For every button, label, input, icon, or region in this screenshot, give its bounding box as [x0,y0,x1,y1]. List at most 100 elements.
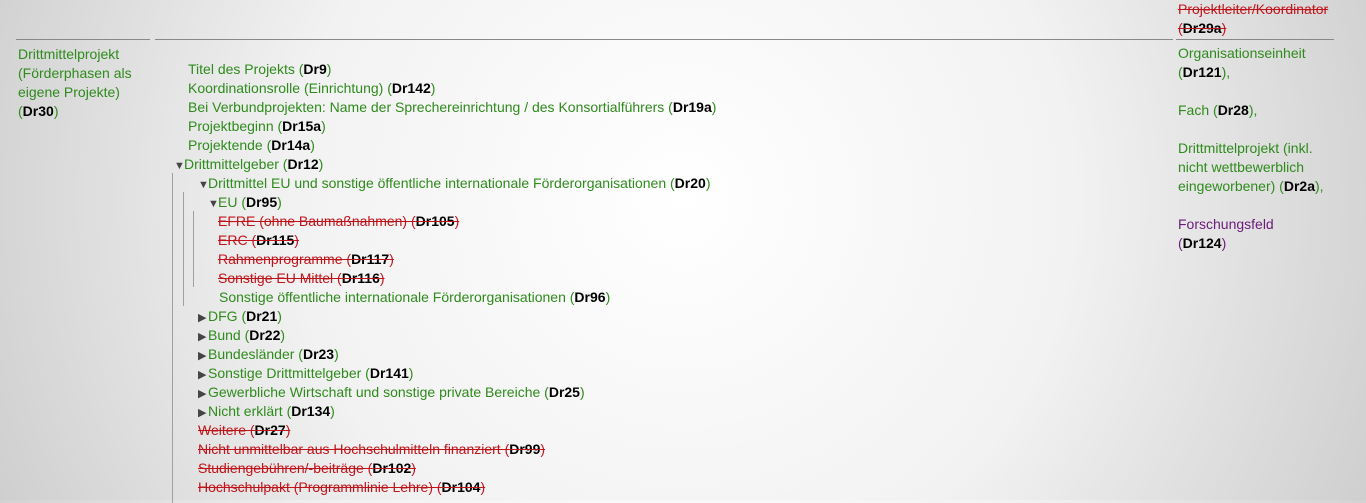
tree-item-code: Dr102 [372,460,412,476]
tree-item-label: Drittmittel EU und sonstige öffentliche … [208,175,711,191]
tree-item-code: Dr9 [303,61,327,77]
tree-item[interactable]: Hochschulpakt (Programmlinie Lehre) (Dr1… [198,478,485,497]
tree-item-code: Dr134 [291,403,331,419]
relation-label: Organisationseinheit [1178,45,1306,61]
tree-item-code: Dr104 [441,479,481,495]
tree-item-label: Drittmittelgeber (Dr12) [184,156,324,172]
tree-item-code: Dr19a [672,99,712,115]
relation-item[interactable]: Forschungsfeld (Dr124) [1178,215,1343,253]
relation-code: Dr121 [1182,64,1222,80]
tree-item[interactable]: ▶ Gewerbliche Wirtschaft und sonstige pri… [198,383,585,402]
tree-item-label: Titel des Projekts (Dr9) [188,61,332,77]
tree-item-label: Nicht erklärt (Dr134) [208,403,335,419]
tree-item-label: ERC (Dr115) [218,232,299,248]
tree-item[interactable]: Studiengebühren/-beiträge (Dr102) [198,459,416,478]
tree-item-code: Dr23 [302,346,335,362]
tree-item[interactable]: Nicht unmittelbar aus Hochschulmitteln f… [198,440,545,459]
tree-item[interactable]: Sonstige öffentliche internationale Förd… [219,288,610,307]
tree-item-label: Rahmenprogramme (Dr117) [218,251,394,267]
tree-item-label: Nicht unmittelbar aus Hochschulmitteln f… [198,441,546,457]
caret-down-icon[interactable]: ▼ [198,176,209,195]
tree-item-label: Bundesländer (Dr23) [208,346,339,362]
relation-code: Dr29a [1182,20,1222,36]
tree-item-label: Weitere (Dr27) [198,422,291,438]
tree-item-code: Dr141 [369,365,409,381]
tree-item-label: EFRE (ohne Baumaßnahmen) (Dr105) [218,213,460,229]
caret-down-icon[interactable]: ▼ [208,195,219,214]
left-label-line: eigene Projekte) [18,84,120,100]
relation-item[interactable]: Drittmittelprojekt (inkl. nicht wettbewer… [1178,139,1343,196]
tree-item-code: Dr116 [341,270,380,286]
tree-item-code: Dr12 [287,156,319,172]
tree-item[interactable]: ▶ Bund (Dr22) [198,326,285,345]
relation-code: Dr124 [1182,235,1222,251]
tree-item-code: Dr25 [548,384,580,400]
tree-item[interactable]: EFRE (ohne Baumaßnahmen) (Dr105) [218,212,459,231]
tree-item-label: Gewerbliche Wirtschaft und sonstige priv… [208,384,585,400]
tree-item-code: Dr115 [256,232,295,248]
divider-right [1176,39,1334,40]
tree-item-code: Dr14a [271,137,311,153]
tree-item-code: Dr15a [282,118,322,134]
relation-item[interactable]: Projektleiter/Koordinator (Dr29a) [1178,0,1343,38]
relation-label: nicht wettbewerblich [1178,159,1305,175]
tree-item-label: Bund (Dr22) [208,327,286,343]
attribute-tree: Titel des Projekts (Dr9) Koordinationsrol… [155,40,1165,503]
relation-label: eingeworbener) (Dr2a), [1178,178,1324,194]
tree-item[interactable]: Titel des Projekts (Dr9) [188,60,331,79]
entity-code: Dr30 [22,103,54,119]
tree-item-label: Sonstige Drittmittelgeber (Dr141) [208,365,414,381]
tree-item-code: Dr99 [509,441,541,457]
relation-item[interactable]: Fach (Dr28), [1178,101,1343,120]
tree-item[interactable]: Projektende (Dr14a) [188,136,315,155]
tree-item-code: Dr117 [351,251,390,267]
relation-code: Dr2a [1283,178,1315,194]
tree-item[interactable]: Weitere (Dr27) [198,421,290,440]
tree-item[interactable]: Projektbeginn (Dr15a) [188,117,326,136]
relation-label: Drittmittelprojekt (inkl. [1178,140,1313,156]
tree-item-label: Studiengebühren/-beiträge (Dr102) [198,460,416,476]
tree-item-code: Dr22 [249,327,281,343]
tree-item-code: Dr21 [246,308,278,324]
tree-item-code: Dr20 [674,175,706,191]
tree-item-label: Koordinationsrolle (Einrichtung) (Dr142) [188,80,436,96]
tree-item-label: Sonstige öffentliche internationale Förd… [219,289,611,305]
caret-down-icon[interactable]: ▼ [174,157,185,176]
relation-code: Dr28 [1217,102,1249,118]
relation-item[interactable]: Organisationseinheit (Dr121), [1178,44,1343,82]
tree-item-code: Dr142 [391,80,431,96]
tree-guide-line [172,173,173,503]
tree-item[interactable]: Bei Verbundprojekten: Name der Sprechere… [188,98,716,117]
tree-item[interactable]: ▶ Bundesländer (Dr23) [198,345,339,364]
divider-left [16,39,150,40]
tree-item[interactable]: ▼EU (Dr95) [208,193,282,212]
tree-item[interactable]: ▼Drittmittelgeber (Dr12) [174,155,323,174]
tree-item[interactable]: ERC (Dr115) [218,231,299,250]
left-label-line: Drittmittelprojekt [18,46,120,62]
tree-guide-line [193,211,194,287]
tree-item-label: DFG (Dr21) [208,308,282,324]
tree-item[interactable]: ▼Drittmittel EU und sonstige öffentliche… [198,174,710,193]
tree-item-code: Dr96 [574,289,606,305]
tree-item[interactable]: ▶ Sonstige Drittmittelgeber (Dr141) [198,364,413,383]
tree-item[interactable]: ▶ DFG (Dr21) [198,307,282,326]
tree-item[interactable]: Koordinationsrolle (Einrichtung) (Dr142) [188,79,435,98]
tree-item[interactable]: Rahmenprogramme (Dr117) [218,250,394,269]
tree-item-code: Dr105 [415,213,455,229]
tree-item[interactable]: Sonstige EU Mittel (Dr116) [218,269,385,288]
tree-item-code: Dr27 [254,422,286,438]
tree-item[interactable]: ▶ Nicht erklärt (Dr134) [198,402,335,421]
tree-item-label: Sonstige EU Mittel (Dr116) [218,270,385,286]
relation-label: Projektleiter/Koordinator [1178,1,1329,17]
tree-item-label: Hochschulpakt (Programmlinie Lehre) (Dr1… [198,479,486,495]
relation-label: Fach (Dr28), [1178,102,1258,118]
tree-item-label: Projektbeginn (Dr15a) [188,118,326,134]
tree-item-code: Dr95 [246,194,278,210]
left-label-line: (Förderphasen als [18,65,132,81]
relation-label: Forschungsfeld [1178,216,1274,232]
left-column-entity[interactable]: Drittmittelprojekt (Förderphasen als eig… [18,45,153,121]
tree-guide-line [183,192,184,306]
tree-item-label: Bei Verbundprojekten: Name der Sprechere… [188,99,717,115]
tree-item-label: EU (Dr95) [218,194,282,210]
tree-item-label: Projektende (Dr14a) [188,137,315,153]
